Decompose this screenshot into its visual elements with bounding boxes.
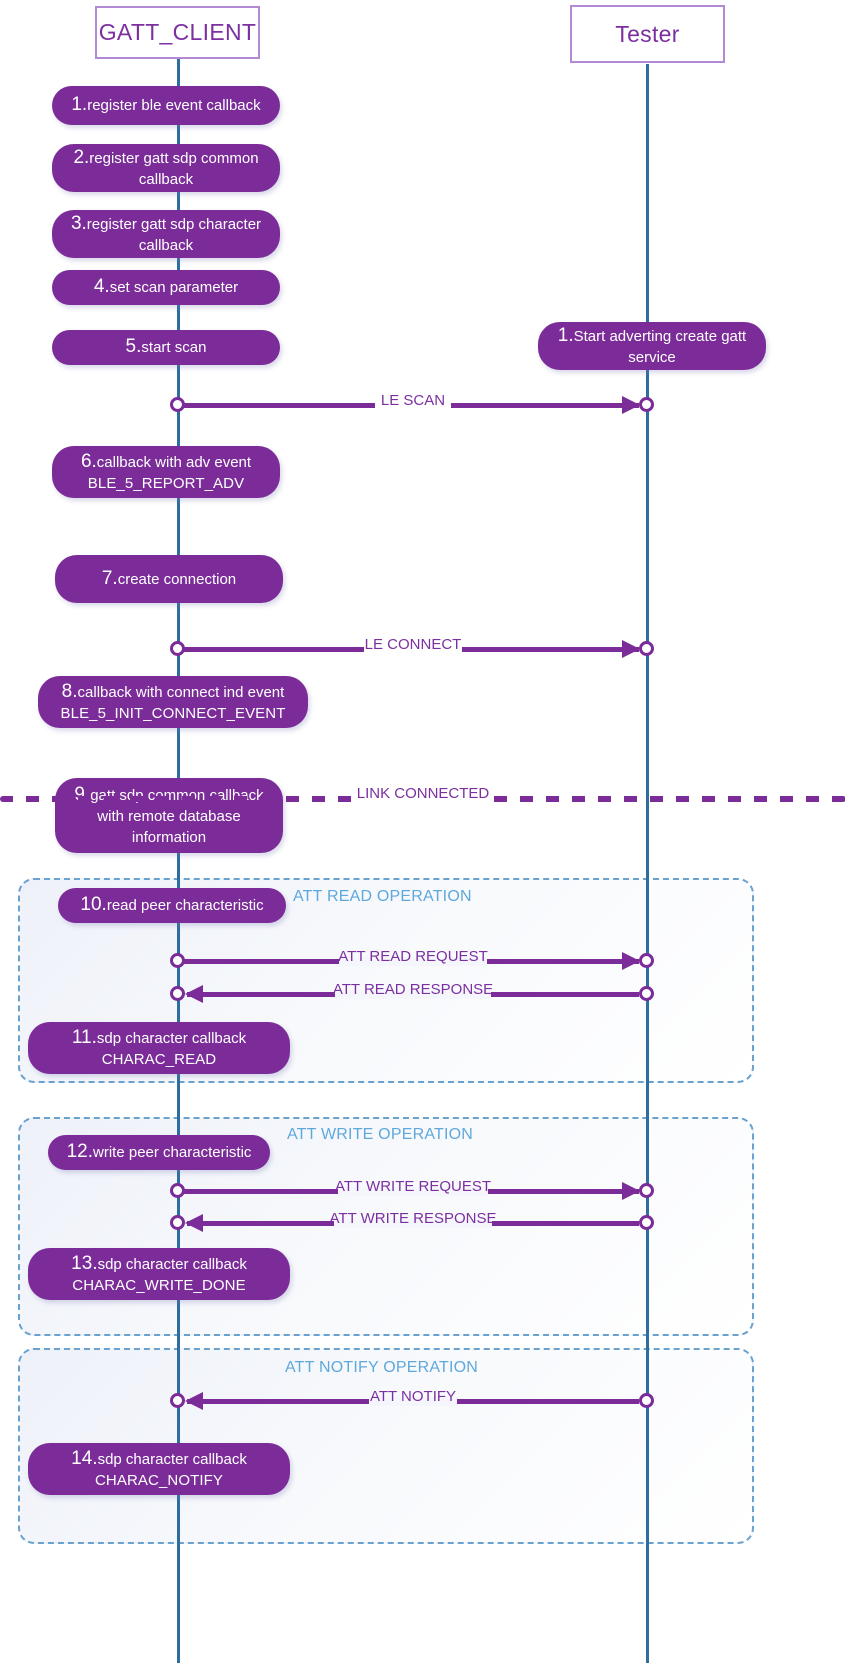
message-label: ATT NOTIFY	[369, 1388, 457, 1405]
step-text-secondary: BLE_5_REPORT_ADV	[87, 474, 245, 492]
message-arrowhead-icon	[622, 952, 640, 970]
step-text: callback with connect ind event	[77, 683, 285, 701]
step-number: 14.	[71, 1447, 98, 1469]
message-label: ATT READ RESPONSE	[332, 981, 494, 998]
actor-label-tester: Tester	[615, 20, 680, 47]
actor-label-gatt-client: GATT_CLIENT	[98, 19, 257, 45]
step-pill-5[interactable]: 5.start scan	[52, 330, 280, 365]
step-pill-12[interactable]: 12.write peer characteristic	[48, 1135, 270, 1170]
step-pill-13[interactable]: 13.sdp character callback CHARAC_WRITE_D…	[28, 1248, 290, 1300]
step-text-secondary: CHARAC_NOTIFY	[95, 1471, 223, 1489]
step-pill-1[interactable]: 1.register ble event callback	[52, 86, 280, 125]
step-number: 1.	[557, 324, 574, 346]
step-text: sdp character callback	[97, 1450, 247, 1468]
message-source-endpoint	[639, 986, 654, 1001]
message-source-endpoint	[170, 397, 185, 412]
step-text: register gatt sdp common callback	[89, 149, 259, 188]
message-source-endpoint	[170, 953, 185, 968]
message-target-endpoint	[639, 641, 654, 656]
step-number: 13.	[71, 1252, 98, 1274]
step-pill-4[interactable]: 4.set scan parameter	[52, 270, 280, 305]
step-pill-3[interactable]: 3.register gatt sdp character callback	[52, 210, 280, 258]
frame-title-att-write: ATT WRITE OPERATION	[287, 1126, 474, 1143]
message-att-write-response[interactable]: ATT WRITE RESPONSE	[170, 1210, 656, 1234]
step-pill-11[interactable]: 11.sdp character callback CHARAC_READ	[28, 1022, 290, 1074]
frame-title-att-read: ATT READ OPERATION	[293, 888, 472, 905]
message-label: ATT WRITE RESPONSE	[329, 1210, 497, 1227]
message-source-endpoint	[639, 1393, 654, 1408]
step-text-secondary: BLE_5_INIT_CONNECT_EVENT	[60, 704, 286, 722]
actor-box-tester[interactable]: Tester	[570, 5, 725, 63]
step-pill-14[interactable]: 14.sdp character callback CHARAC_NOTIFY	[28, 1443, 290, 1495]
message-source-endpoint	[170, 641, 185, 656]
step-number: 3.	[70, 212, 87, 234]
step-text: sdp character callback	[96, 1029, 247, 1047]
actor-box-gatt-client[interactable]: GATT_CLIENT	[95, 6, 260, 59]
message-arrowhead-icon	[185, 1214, 203, 1232]
message-arrowhead-icon	[622, 1182, 640, 1200]
step-number: 6.	[80, 450, 97, 472]
sequence-diagram-canvas: GATT_CLIENT Tester 1.register ble event …	[0, 0, 846, 1663]
step-number: 7.	[101, 567, 118, 589]
message-label: ATT READ REQUEST	[338, 948, 488, 965]
message-le-connect[interactable]: LE CONNECT	[170, 636, 656, 660]
step-pill-10[interactable]: 10.read peer characteristic	[58, 888, 286, 923]
step-pill-6[interactable]: 6.callback with adv event BLE_5_REPORT_A…	[52, 446, 280, 498]
step-number: 2.	[73, 146, 90, 168]
step-number: 12.	[66, 1141, 94, 1163]
message-att-read-request[interactable]: ATT READ REQUEST	[170, 948, 656, 972]
message-att-write-request[interactable]: ATT WRITE REQUEST	[170, 1178, 656, 1202]
step-number: 11.	[71, 1026, 97, 1048]
step-text-secondary: CHARAC_WRITE_DONE	[72, 1276, 246, 1294]
step-text: register gatt sdp character callback	[86, 215, 262, 254]
step-number: 5.	[125, 336, 142, 358]
message-target-endpoint	[639, 953, 654, 968]
step-text: set scan parameter	[109, 279, 239, 297]
step-pill-tester-1[interactable]: 1.Start adverting create gatt service	[538, 322, 766, 370]
message-arrowhead-icon	[622, 396, 640, 414]
message-source-endpoint	[170, 1183, 185, 1198]
message-target-endpoint	[639, 397, 654, 412]
message-source-endpoint	[639, 1215, 654, 1230]
message-target-endpoint	[170, 1393, 185, 1408]
message-arrowhead-icon	[185, 985, 203, 1003]
message-le-scan[interactable]: LE SCAN	[170, 392, 656, 416]
message-target-endpoint	[170, 1215, 185, 1230]
message-label: LE CONNECT	[364, 636, 462, 653]
divider-label: LINK CONNECTED	[353, 785, 493, 802]
step-number: 8.	[61, 680, 78, 702]
message-arrowhead-icon	[185, 1392, 203, 1410]
frame-title-att-notify: ATT NOTIFY OPERATION	[285, 1359, 479, 1376]
step-text: Start adverting create gatt service	[573, 327, 747, 366]
message-target-endpoint	[170, 986, 185, 1001]
step-text: write peer characteristic	[93, 1144, 252, 1162]
step-pill-2[interactable]: 2.register gatt sdp common callback	[52, 144, 280, 192]
message-label: ATT WRITE REQUEST	[334, 1178, 492, 1195]
step-number: 10.	[80, 894, 107, 916]
step-text: start scan	[141, 339, 207, 357]
step-text: callback with adv event	[96, 453, 252, 471]
message-att-notify[interactable]: ATT NOTIFY	[170, 1388, 656, 1412]
step-text-secondary: CHARAC_READ	[101, 1050, 217, 1068]
message-arrowhead-icon	[622, 640, 640, 658]
step-pill-8[interactable]: 8.callback with connect ind event BLE_5_…	[38, 676, 308, 728]
step-text: create connection	[117, 570, 237, 588]
link-connected-divider: LINK CONNECTED	[0, 785, 846, 808]
step-text: register ble event callback	[87, 97, 261, 115]
lifeline-tester	[646, 64, 649, 1663]
message-att-read-response[interactable]: ATT READ RESPONSE	[170, 981, 656, 1005]
message-label: LE SCAN	[380, 392, 446, 409]
step-number: 4.	[93, 276, 110, 298]
step-text: read peer characteristic	[106, 897, 264, 915]
step-number: 1.	[71, 94, 88, 116]
step-pill-7[interactable]: 7.create connection	[55, 555, 283, 603]
step-text: sdp character callback	[97, 1255, 247, 1273]
message-target-endpoint	[639, 1183, 654, 1198]
